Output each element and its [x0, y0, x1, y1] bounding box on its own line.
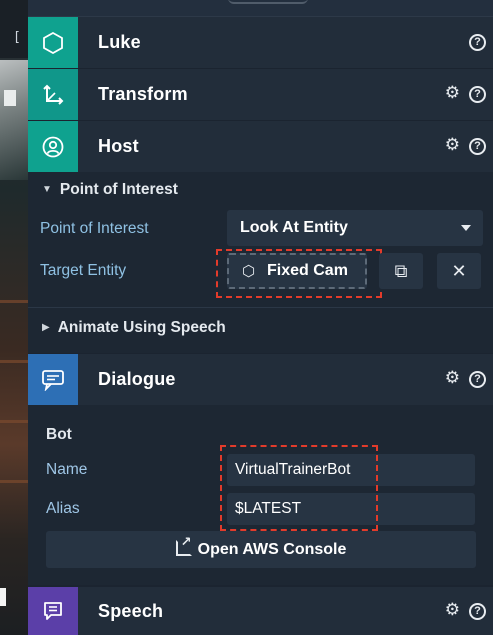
component-header-speech[interactable]: Speech ⚙ ? [28, 587, 493, 635]
transform-axes-icon [43, 84, 64, 105]
copy-button[interactable]: ⧉ [379, 253, 423, 289]
component-title: Dialogue [98, 369, 176, 389]
bot-alias-label: Alias [46, 500, 80, 517]
bot-name-label: Name [46, 461, 88, 478]
console-button-label: Open AWS Console [197, 541, 347, 558]
gear-icon[interactable]: ⚙ [445, 83, 460, 103]
scene-stripe [0, 480, 28, 483]
gear-icon[interactable]: ⚙ [445, 135, 460, 155]
entity-icon-box [28, 17, 78, 68]
component-header-transform[interactable]: Transform ⚙ ? [28, 69, 493, 120]
bot-heading: Bot [46, 426, 72, 443]
component-header-luke[interactable]: Luke ? [28, 17, 493, 68]
gear-icon[interactable]: ⚙ [445, 600, 460, 620]
help-icon[interactable]: ? [469, 371, 486, 388]
scene-sign [4, 90, 16, 106]
transform-icon-box [28, 69, 78, 120]
animate-section-title: Animate Using Speech [57, 319, 226, 336]
target-entity-label: Target Entity [40, 262, 127, 279]
host-icon-box [28, 121, 78, 172]
close-icon: ✕ [451, 261, 467, 281]
highlight-bot-fields [220, 445, 378, 531]
copy-icon: ⧉ [394, 261, 408, 281]
gear-icon[interactable]: ⚙ [445, 368, 460, 388]
scene-stripe [0, 300, 28, 303]
hexagon-icon [43, 31, 63, 54]
scene-object [0, 588, 6, 606]
chevron-down-icon [461, 225, 471, 231]
component-header-host[interactable]: Host ⚙ ? [28, 121, 493, 172]
caret-down-icon: ▼ [42, 184, 52, 195]
viewport-toolbar [0, 0, 28, 58]
panel-top-edge [28, 0, 493, 17]
help-icon[interactable]: ? [469, 138, 486, 155]
caret-right-icon: ▶ [42, 322, 50, 333]
component-title: Luke [98, 32, 141, 52]
inspector-panel: Luke ? Transform ⚙ ? Host ⚙ ? ▼ Point of… [28, 17, 493, 635]
speech-icon-box [28, 587, 78, 635]
component-title: Transform [98, 84, 188, 104]
poi-section-toggle[interactable]: ▼ Point of Interest [42, 181, 178, 199]
scene-stripe [0, 360, 28, 363]
scene-stripe [0, 420, 28, 423]
chat-bubble-icon [42, 369, 64, 391]
viewport-strip: [ [0, 0, 28, 635]
scene-wall [0, 60, 28, 180]
component-header-dialogue[interactable]: Dialogue ⚙ ? [28, 354, 493, 405]
dialogue-icon-box [28, 354, 78, 405]
component-title: Host [98, 136, 139, 156]
frame-selection-icon[interactable]: [ [13, 30, 21, 45]
help-icon[interactable]: ? [469, 86, 486, 103]
help-icon[interactable]: ? [469, 34, 486, 51]
external-link-icon [175, 535, 192, 556]
clear-button[interactable]: ✕ [437, 253, 481, 289]
poi-selected-value: Look At Entity [240, 219, 348, 236]
animate-section-toggle[interactable]: ▶ Animate Using Speech [42, 319, 226, 337]
poi-select[interactable]: Look At Entity [227, 210, 483, 246]
help-icon[interactable]: ? [469, 603, 486, 620]
open-aws-console-button[interactable]: Open AWS Console [46, 531, 476, 568]
highlight-target-entity [216, 249, 382, 298]
component-title: Speech [98, 601, 164, 621]
user-circle-icon [42, 136, 64, 157]
speech-bubble-icon [44, 602, 62, 620]
poi-label: Point of Interest [40, 220, 149, 237]
poi-section-title: Point of Interest [59, 181, 178, 198]
